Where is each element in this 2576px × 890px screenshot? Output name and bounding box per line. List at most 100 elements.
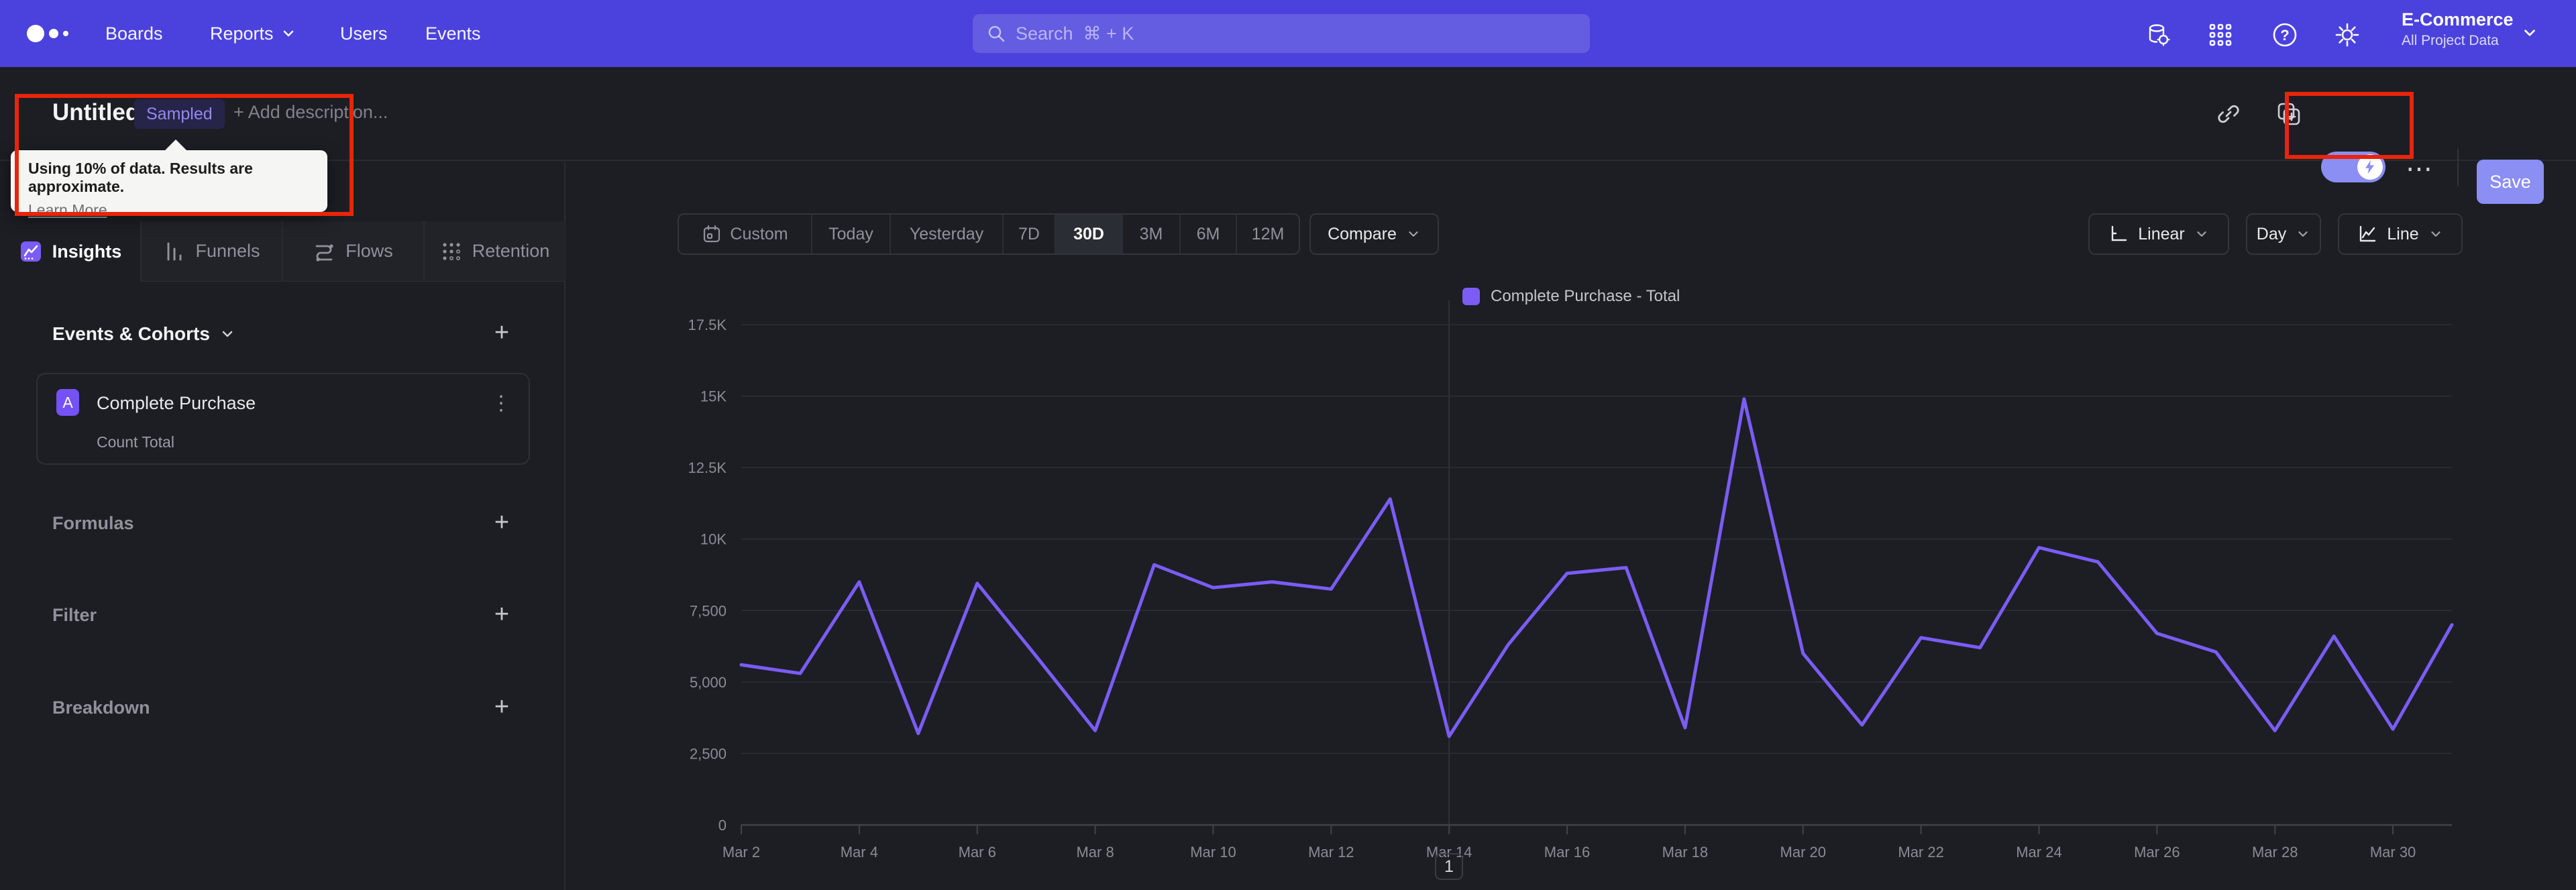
- project-name: E-Commerce: [2402, 9, 2514, 30]
- chart-type-dropdown[interactable]: Line: [2338, 213, 2463, 255]
- section-formulas: Formulas: [52, 513, 134, 533]
- save-button[interactable]: Save: [2477, 160, 2544, 204]
- event-name[interactable]: Complete Purchase: [97, 393, 256, 414]
- pagination-page-1[interactable]: 1: [1435, 853, 1463, 880]
- report-title-bar: Untitled Sampled + Add description... ⋯ …: [0, 67, 2576, 204]
- search-bar[interactable]: [973, 14, 1590, 53]
- svg-text:17.5K: 17.5K: [688, 317, 727, 333]
- legend-swatch: [1462, 288, 1480, 305]
- nav-item-users[interactable]: Users: [340, 0, 388, 67]
- chevron-down-icon: [2430, 231, 2440, 237]
- section-breakdown: Breakdown: [52, 698, 150, 718]
- range-6m[interactable]: 6M: [1181, 215, 1237, 254]
- event-options-button[interactable]: ⋮: [491, 392, 511, 415]
- svg-text:Mar 12: Mar 12: [1308, 844, 1354, 860]
- add-breakdown-button[interactable]: +: [487, 692, 517, 722]
- range-today[interactable]: Today: [812, 215, 891, 254]
- chevron-down-icon: [1409, 231, 1418, 237]
- svg-text:Mar 6: Mar 6: [959, 844, 996, 860]
- svg-text:?: ?: [2280, 27, 2289, 44]
- add-description-button[interactable]: + Add description...: [233, 102, 388, 123]
- nav-item-label: Reports: [210, 23, 274, 44]
- line-chart: Complete Purchase - Total 0 2,500 5,000 7,5…: [566, 282, 2576, 890]
- range-12m[interactable]: 12M: [1237, 215, 1299, 254]
- logo-dot-medium: [49, 29, 58, 38]
- insights-icon: [20, 241, 41, 262]
- svg-text:0: 0: [718, 817, 727, 834]
- sampling-toggle[interactable]: [2321, 152, 2385, 182]
- range-label: 7D: [1018, 224, 1040, 243]
- range-yesterday[interactable]: Yesterday: [891, 215, 1004, 254]
- mixpanel-logo[interactable]: [27, 0, 68, 67]
- range-label: 30D: [1073, 224, 1104, 243]
- tooltip-text: Using 10% of data. Results are approxima…: [28, 160, 253, 195]
- divider: [2457, 149, 2459, 186]
- range-7d[interactable]: 7D: [1004, 215, 1056, 254]
- calendar-icon: [704, 225, 720, 243]
- report-title[interactable]: Untitled: [52, 99, 140, 126]
- query-sidebar: Insights Funnels Flows Retention Events …: [0, 162, 566, 890]
- svg-text:Mar 20: Mar 20: [1780, 844, 1826, 860]
- sampling-tooltip: Using 10% of data. Results are approxima…: [11, 140, 327, 219]
- nav-item-reports[interactable]: Reports: [210, 0, 297, 67]
- settings-icon[interactable]: [2332, 20, 2362, 50]
- range-30d[interactable]: 30D: [1056, 215, 1123, 254]
- legend-label: Complete Purchase - Total: [1491, 287, 1680, 305]
- sampled-badge[interactable]: Sampled: [134, 99, 225, 129]
- svg-text:7,500: 7,500: [690, 602, 727, 619]
- more-options-button[interactable]: ⋯: [2406, 156, 2434, 182]
- chevron-down-icon: [222, 331, 233, 337]
- duplicate-icon[interactable]: [2274, 99, 2304, 129]
- project-scope: All Project Data: [2402, 33, 2499, 48]
- chart-legend[interactable]: Complete Purchase - Total: [1462, 287, 1680, 306]
- apps-grid-icon[interactable]: [2206, 20, 2235, 50]
- svg-text:12.5K: 12.5K: [688, 459, 727, 476]
- scale-dropdown[interactable]: Linear: [2088, 213, 2229, 255]
- help-icon[interactable]: ?: [2270, 20, 2300, 50]
- svg-text:Mar 18: Mar 18: [1662, 844, 1708, 860]
- search-input[interactable]: [1016, 23, 1576, 44]
- chart-canvas[interactable]: 0 2,500 5,000 7,500 10K 12.5K 15K 17.5K Mar 2 Mar…: [566, 282, 2576, 890]
- data-management-icon[interactable]: [2143, 20, 2173, 50]
- copy-link-icon[interactable]: [2214, 99, 2243, 129]
- nav-item-events[interactable]: Events: [425, 0, 481, 67]
- tab-funnels[interactable]: Funnels: [141, 221, 282, 282]
- section-filter: Filter: [52, 605, 97, 625]
- add-formula-button[interactable]: +: [487, 508, 517, 537]
- svg-text:10K: 10K: [700, 531, 727, 548]
- range-custom[interactable]: Custom: [679, 215, 812, 254]
- add-filter-button[interactable]: +: [487, 600, 517, 629]
- compare-label: Compare: [1328, 224, 1397, 243]
- range-label: Today: [828, 224, 873, 243]
- interval-dropdown[interactable]: Day: [2246, 213, 2321, 255]
- app-window: Boards Reports Users Events Search ⌘ + K…: [0, 0, 2576, 890]
- flows-icon: [315, 243, 333, 262]
- chevron-down-icon: [2197, 231, 2206, 237]
- nav-item-label: Boards: [105, 23, 163, 44]
- event-row-complete-purchase[interactable]: A Complete Purchase ⋮ Count Total: [36, 373, 530, 465]
- tab-label: Retention: [472, 241, 550, 261]
- svg-text:Mar 26: Mar 26: [2134, 844, 2180, 860]
- range-3m[interactable]: 3M: [1123, 215, 1181, 254]
- tab-insights[interactable]: Insights: [0, 221, 141, 282]
- range-label: Yesterday: [909, 224, 984, 243]
- retention-icon: [443, 242, 460, 260]
- date-range-control: Custom Today Yesterday 7D 30D 3M 6M 12M: [678, 213, 1300, 255]
- tab-label: Funnels: [195, 241, 260, 261]
- axis-icon: [2112, 225, 2127, 241]
- event-metric[interactable]: Count Total: [97, 433, 174, 451]
- compare-button[interactable]: Compare: [1309, 213, 1439, 255]
- learn-more-link[interactable]: Learn More: [28, 201, 107, 219]
- nav-item-boards[interactable]: Boards: [105, 0, 163, 67]
- range-label: 6M: [1196, 224, 1220, 243]
- lightning-icon: [2365, 160, 2374, 174]
- svg-text:Mar 28: Mar 28: [2252, 844, 2298, 860]
- add-event-button[interactable]: +: [487, 318, 517, 347]
- search-icon: [988, 25, 1005, 42]
- svg-text:Mar 8: Mar 8: [1076, 844, 1114, 860]
- tab-retention[interactable]: Retention: [424, 221, 566, 282]
- chevron-down-icon[interactable]: [2521, 24, 2538, 42]
- events-cohorts-header[interactable]: Events & Cohorts: [52, 323, 235, 345]
- tab-flows[interactable]: Flows: [282, 221, 424, 282]
- project-selector[interactable]: E-Commerce All Project Data: [2402, 9, 2514, 49]
